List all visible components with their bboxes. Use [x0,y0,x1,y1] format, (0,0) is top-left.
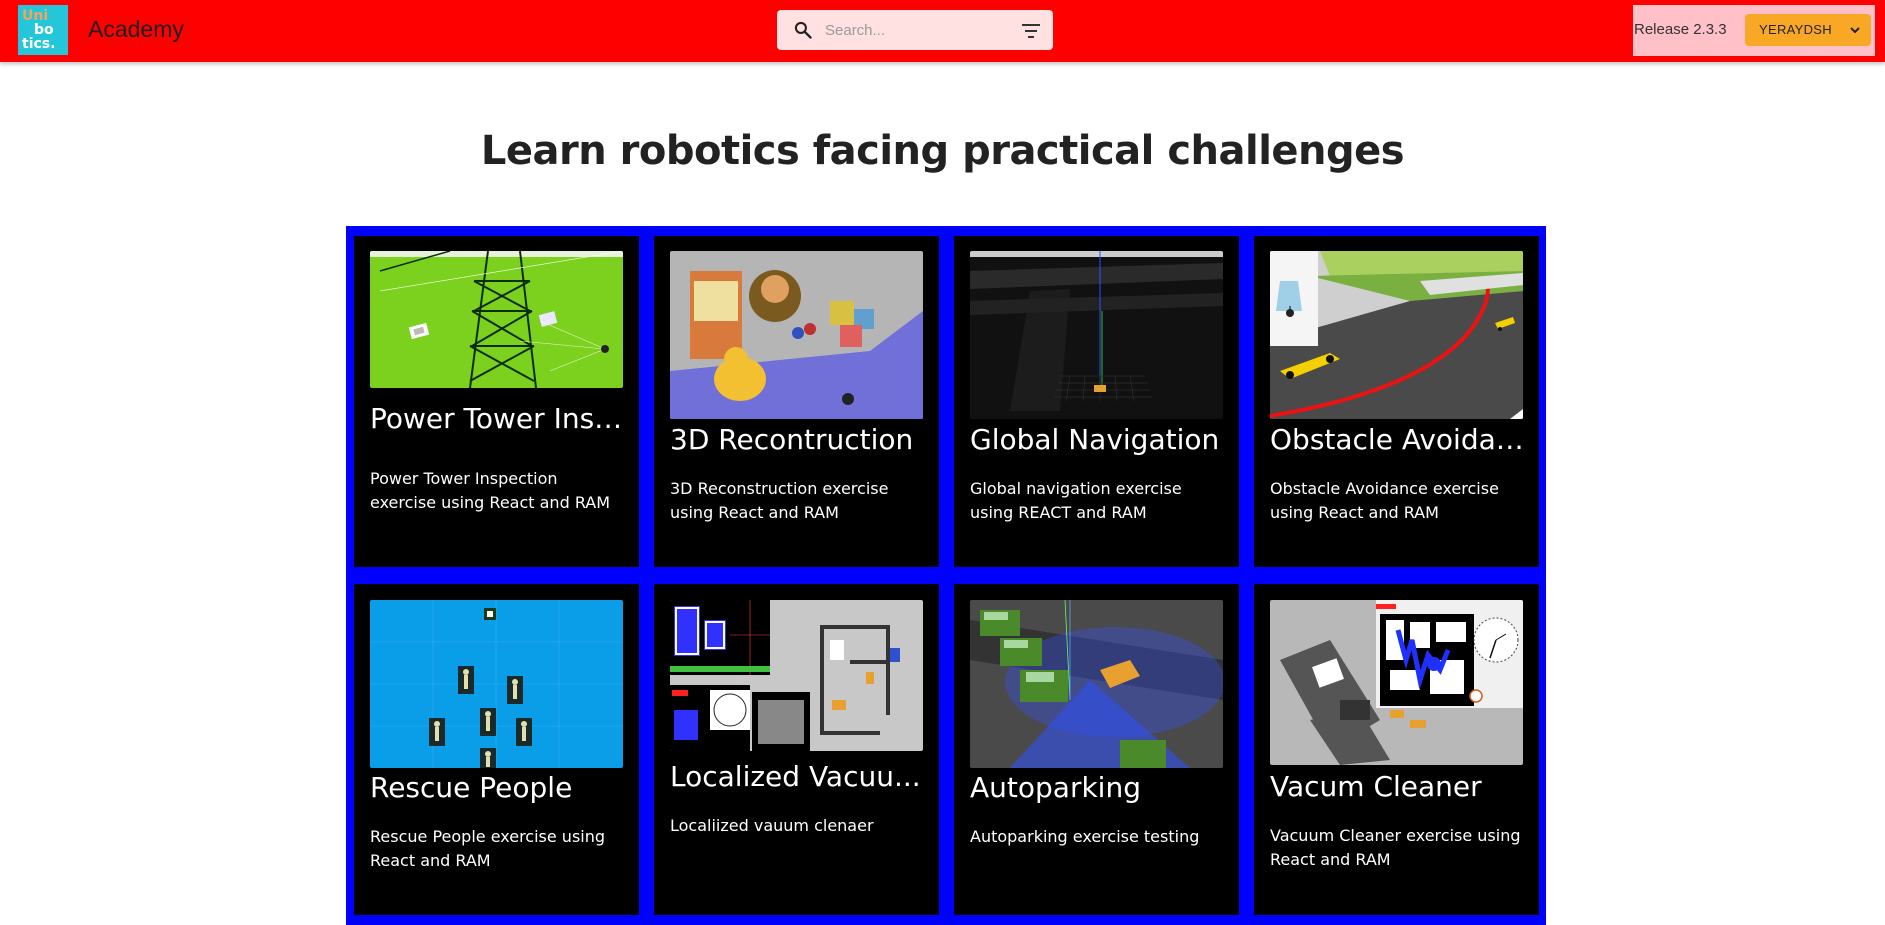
exercise-card[interactable]: Obstacle Avoidan... Obstacle Avoidance e… [1254,236,1539,567]
search-input[interactable] [825,19,1005,41]
exercise-title[interactable]: 3D Recontruction [670,423,925,456]
exercise-description: Global navigation exercise using REACT a… [970,479,1182,522]
app-bar: Uni bo tics. Academy Release 2.3.3 YERAY… [0,0,1885,62]
page-title: Learn robotics facing practical challeng… [480,128,1405,174]
exercise-title[interactable]: Global Navigation [970,423,1225,456]
exercise-title[interactable]: Localized Vacuu... [670,760,925,793]
exercise-thumbnail [1270,600,1523,765]
exercise-description: Obstacle Avoidance exercise using React … [1270,479,1499,522]
search-box[interactable] [777,10,1053,50]
exercise-description: Autoparking exercise testing [970,827,1200,846]
exercise-title[interactable]: Obstacle Avoidan... [1270,423,1525,456]
exercise-description: Power Tower Inspection exercise using Re… [370,469,611,512]
exercise-description: Localiized vauum clenaer [670,816,874,835]
exercise-description: Vacuum Cleaner exercise using React and … [1270,826,1521,869]
exercise-thumbnail [370,251,623,388]
exercise-card[interactable]: 3D Recontruction 3D Reconstruction exerc… [654,236,939,567]
unibotics-logo[interactable]: Uni bo tics. [18,5,68,55]
exercise-thumbnail [370,600,623,768]
exercise-title[interactable]: Autoparking [970,771,1225,804]
exercise-description: Rescue People exercise using React and R… [370,827,606,870]
logo-text-3: tics. [22,36,56,52]
release-label: Release 2.3.3 [1634,21,1727,38]
user-menu-button[interactable]: YERAYDSH [1745,14,1871,46]
search-icon [794,21,812,39]
exercise-title[interactable]: Vacum Cleaner [1270,770,1525,803]
exercise-card[interactable]: Localized Vacuu... Localiized vauum clen… [654,584,939,915]
chevron-down-icon [1850,27,1860,34]
user-menu-label: YERAYDSH [1759,22,1832,37]
exercise-card[interactable]: Power Tower Insp... Power Tower Inspecti… [354,236,639,567]
exercise-thumbnail [670,600,923,751]
exercise-card[interactable]: Rescue People Rescue People exercise usi… [354,584,639,915]
exercise-title[interactable]: Power Tower Insp... [370,402,625,435]
filter-icon[interactable] [1021,22,1041,40]
exercise-thumbnail [970,600,1223,768]
logo-text-1: Uni [22,8,49,24]
app-title[interactable]: Academy [88,16,184,43]
exercise-grid: Power Tower Insp... Power Tower Inspecti… [346,226,1546,925]
exercise-card[interactable]: Autoparking Autoparking exercise testing [954,584,1239,915]
exercise-description: 3D Reconstruction exercise using React a… [670,479,889,522]
exercise-thumbnail [670,251,923,419]
exercise-thumbnail [970,251,1223,419]
exercise-card[interactable]: Global Navigation Global navigation exer… [954,236,1239,567]
logo-text-2: bo [34,22,54,38]
exercise-card[interactable]: Vacum Cleaner Vacuum Cleaner exercise us… [1254,584,1539,915]
account-area: Release 2.3.3 YERAYDSH [1633,5,1875,56]
exercise-thumbnail [1270,251,1523,419]
exercise-title[interactable]: Rescue People [370,771,625,804]
